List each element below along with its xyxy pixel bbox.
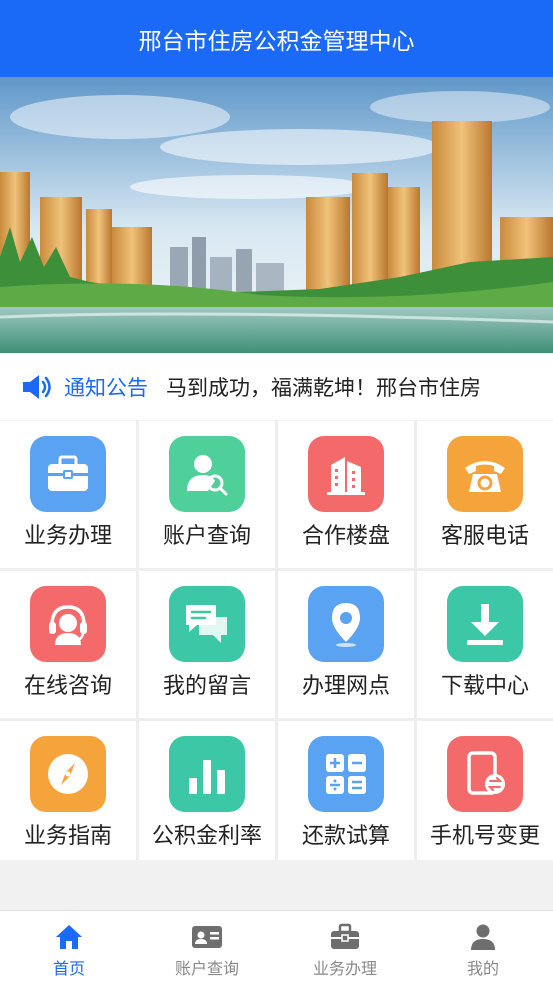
person-icon (471, 924, 495, 950)
grid-item-label: 下载中心 (440, 674, 529, 699)
grid-item-account-query[interactable]: 账户查询 (139, 421, 275, 568)
notice-text[interactable]: 马到成功，福满乾坤！邢台市住房 (166, 372, 481, 402)
grid-item-label: 客服电话 (440, 524, 529, 549)
grid-item-interest-rate[interactable]: 公积金利率 (139, 721, 275, 860)
grid-item-label: 业务办理 (23, 524, 112, 549)
tab-label: 账户查询 (174, 959, 239, 978)
tab-business[interactable]: 业务办理 (276, 911, 414, 985)
calculator-icon (308, 736, 384, 812)
banner-image[interactable] (0, 77, 553, 353)
tab-mine[interactable]: 我的 (414, 911, 552, 985)
grid-item-business-guide[interactable]: 业务指南 (0, 721, 136, 860)
grid-item-download-center[interactable]: 下载中心 (417, 571, 553, 718)
tab-label: 业务办理 (312, 959, 377, 978)
grid-item-label: 账户查询 (162, 524, 251, 549)
grid-item-phone-change[interactable]: 手机号变更 (417, 721, 553, 860)
bottom-tab-bar: 首页 账户查询 业务办理 我的 (0, 910, 553, 985)
location-pin-icon (308, 586, 384, 662)
download-icon (447, 586, 523, 662)
briefcase-icon (331, 923, 359, 949)
phone-change-icon (447, 736, 523, 812)
service-grid: 业务办理 账户查询 合作楼盘 客服电话 在线咨询 我的留言 办理网点 下载中心 … (0, 421, 553, 860)
headset-icon (30, 586, 106, 662)
notice-label: 通知公告 (64, 376, 148, 400)
grid-item-service-outlets[interactable]: 办理网点 (278, 571, 414, 718)
grid-item-business[interactable]: 业务办理 (0, 421, 136, 568)
grid-item-label: 在线咨询 (23, 674, 112, 699)
grid-item-online-consult[interactable]: 在线咨询 (0, 571, 136, 718)
briefcase-icon (30, 436, 106, 512)
building-icon (308, 436, 384, 512)
grid-item-label: 办理网点 (301, 674, 390, 699)
page-title: 邢台市住房公积金管理中心 (138, 28, 415, 55)
speaker-icon (23, 375, 51, 399)
id-card-icon (192, 926, 222, 948)
grid-item-repayment-calc[interactable]: 还款试算 (278, 721, 414, 860)
bar-chart-icon (169, 736, 245, 812)
user-search-icon (169, 436, 245, 512)
grid-item-label: 业务指南 (23, 824, 112, 849)
grid-item-label: 我的留言 (162, 674, 251, 699)
grid-item-service-phone[interactable]: 客服电话 (417, 421, 553, 568)
compass-icon (30, 736, 106, 812)
tab-label: 我的 (466, 959, 499, 978)
grid-item-label: 还款试算 (301, 824, 390, 849)
chat-icon (169, 586, 245, 662)
tab-label: 首页 (52, 959, 85, 978)
tab-home[interactable]: 首页 (0, 911, 138, 985)
tab-account-query[interactable]: 账户查询 (138, 911, 276, 985)
grid-item-label: 合作楼盘 (301, 524, 390, 549)
banner-illustration (0, 77, 553, 353)
grid-item-my-messages[interactable]: 我的留言 (139, 571, 275, 718)
notice-bar[interactable]: 通知公告 马到成功，福满乾坤！邢台市住房 (0, 354, 553, 420)
grid-item-partner-properties[interactable]: 合作楼盘 (278, 421, 414, 568)
grid-item-label: 手机号变更 (429, 824, 540, 849)
grid-item-label: 公积金利率 (151, 824, 262, 849)
phone-icon (447, 436, 523, 512)
home-icon (56, 925, 82, 949)
app-header: 邢台市住房公积金管理中心 (0, 0, 553, 77)
